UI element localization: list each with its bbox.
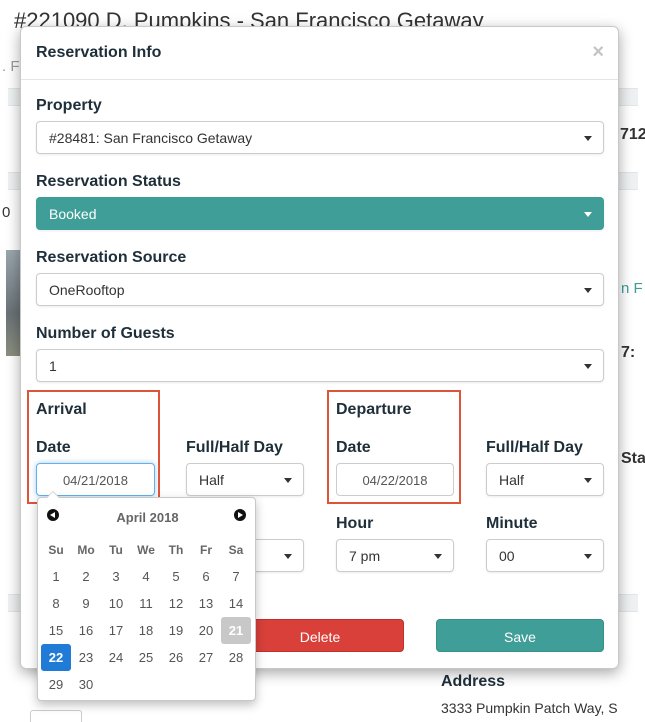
weekday-header: Tu — [109, 542, 123, 557]
reservation-status-label: Reservation Status — [36, 173, 181, 190]
bg-fragment: . F — [2, 58, 20, 75]
day-cell[interactable]: 19 — [161, 617, 191, 644]
day-cell[interactable]: 17 — [101, 617, 131, 644]
day-cell[interactable]: 6 — [191, 563, 221, 590]
day-cell[interactable]: 23 — [71, 644, 101, 671]
caret-down-icon — [584, 364, 592, 369]
arrival-day-label: Full/Half Day — [186, 439, 283, 456]
reservation-status-value: Booked — [49, 206, 97, 222]
property-select-value: #28481: San Francisco Getaway — [49, 130, 253, 146]
bg-input-field[interactable] — [30, 710, 82, 722]
property-label: Property — [36, 97, 102, 114]
arrival-day-value: Half — [199, 472, 224, 488]
departure-day-select[interactable]: Half — [486, 463, 604, 496]
number-of-guests-value: 1 — [49, 358, 57, 374]
modal-title: Reservation Info — [36, 44, 162, 61]
day-cell[interactable]: 15 — [41, 617, 71, 644]
reservation-source-label: Reservation Source — [36, 249, 187, 266]
day-cell[interactable]: 4 — [131, 563, 161, 590]
departure-day-label: Full/Half Day — [486, 439, 583, 456]
day-cell[interactable]: 11 — [131, 590, 161, 617]
caret-down-icon — [584, 288, 592, 293]
caret-down-icon — [584, 554, 592, 559]
day-cell[interactable]: 7 — [221, 563, 251, 590]
empty-day-cell — [101, 671, 131, 698]
caret-down-icon — [584, 478, 592, 483]
bg-fragment: Sta — [621, 450, 645, 467]
number-of-guests-select[interactable]: 1 — [36, 349, 604, 382]
departure-minute-select[interactable]: 00 — [486, 539, 604, 572]
caret-down-icon — [584, 136, 592, 141]
departure-minute-value: 00 — [499, 548, 515, 564]
delete-button[interactable]: Delete — [236, 619, 404, 652]
address-label: Address — [441, 673, 506, 690]
arrival-highlight-box — [27, 390, 160, 504]
day-cell[interactable]: 14 — [221, 590, 251, 617]
day-cell[interactable]: 5 — [161, 563, 191, 590]
day-cell[interactable]: 29 — [41, 671, 71, 698]
day-cell[interactable]: 25 — [131, 644, 161, 671]
reservation-source-select[interactable]: OneRooftop — [36, 273, 604, 306]
day-cell[interactable]: 8 — [41, 590, 71, 617]
datepicker-popup: April 2018 Su Mo Tu We Th Fr Sa 1 2 3 4 5 6 7 8 9 10 11 12… — [37, 491, 257, 701]
bg-fragment: 0 — [2, 204, 11, 221]
modal-header: Reservation Info × — [21, 27, 618, 80]
day-cell[interactable]: 24 — [101, 644, 131, 671]
weekday-header: Sa — [228, 542, 244, 557]
weekday-header: We — [137, 542, 155, 557]
departure-hour-value: 7 pm — [349, 548, 381, 564]
property-select[interactable]: #28481: San Francisco Getaway — [36, 121, 604, 154]
day-cell[interactable]: 3 — [101, 563, 131, 590]
departure-hour-label: Hour — [336, 515, 374, 532]
day-cell[interactable]: 21 — [221, 617, 251, 644]
departure-highlight-box — [327, 390, 461, 504]
day-cell[interactable]: 22 — [41, 644, 71, 671]
departure-day-value: Half — [499, 472, 524, 488]
datepicker-grid: Su Mo Tu We Th Fr Sa 1 2 3 4 5 6 7 8 9 10 11 12 13 14 15 16 17 1… — [41, 536, 251, 698]
weekday-header: Th — [168, 542, 184, 557]
empty-day-cell — [161, 671, 191, 698]
weekday-header: Fr — [200, 542, 212, 557]
day-cell[interactable]: 20 — [191, 617, 221, 644]
property-thumbnail — [6, 250, 20, 356]
caret-down-icon — [284, 478, 292, 483]
day-cell[interactable]: 27 — [191, 644, 221, 671]
save-button[interactable]: Save — [436, 619, 604, 652]
day-cell[interactable]: 13 — [191, 590, 221, 617]
arrival-day-select[interactable]: Half — [186, 463, 304, 496]
reservation-status-select[interactable]: Booked — [36, 197, 604, 230]
number-of-guests-label: Number of Guests — [36, 325, 175, 342]
close-icon[interactable]: × — [592, 41, 604, 64]
empty-day-cell — [131, 671, 161, 698]
day-cell[interactable]: 12 — [161, 590, 191, 617]
bg-fragment: 712 — [620, 126, 645, 143]
datepicker-month-title[interactable]: April 2018 — [38, 510, 257, 525]
empty-day-cell — [221, 671, 251, 698]
day-cell[interactable]: 1 — [41, 563, 71, 590]
departure-minute-label: Minute — [486, 515, 538, 532]
day-cell[interactable]: 30 — [71, 671, 101, 698]
caret-down-icon — [434, 554, 442, 559]
caret-down-icon — [284, 554, 292, 559]
empty-day-cell — [191, 671, 221, 698]
day-cell[interactable]: 16 — [71, 617, 101, 644]
bg-link-fragment[interactable]: n F — [621, 280, 643, 297]
day-cell[interactable]: 28 — [221, 644, 251, 671]
next-month-icon[interactable] — [234, 509, 246, 521]
day-cell[interactable]: 18 — [131, 617, 161, 644]
address-value: 3333 Pumpkin Patch Way, S — [441, 700, 618, 716]
day-cell[interactable]: 9 — [71, 590, 101, 617]
day-cell[interactable]: 10 — [101, 590, 131, 617]
departure-hour-select[interactable]: 7 pm — [336, 539, 454, 572]
weekday-header: Su — [48, 542, 64, 557]
day-cell[interactable]: 26 — [161, 644, 191, 671]
reservation-source-value: OneRooftop — [49, 282, 125, 298]
weekday-header: Mo — [77, 542, 95, 557]
day-cell[interactable]: 2 — [71, 563, 101, 590]
bg-fragment: 7: — [621, 344, 636, 361]
caret-down-icon — [584, 212, 592, 217]
